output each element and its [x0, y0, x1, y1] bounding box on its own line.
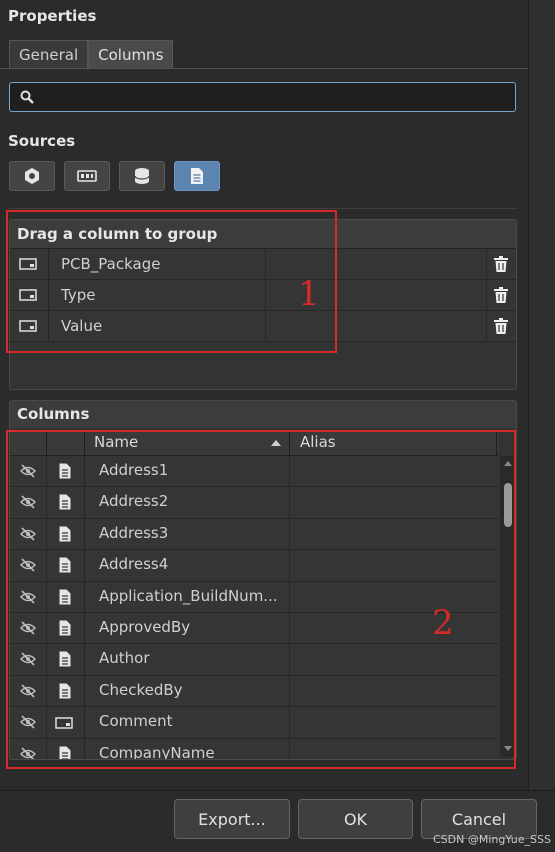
column-name: Address3 — [99, 523, 169, 542]
group-row[interactable]: Value — [10, 311, 516, 342]
delete-icon[interactable] — [494, 287, 508, 303]
sort-ascending-icon — [271, 440, 281, 446]
document-icon — [59, 589, 71, 609]
annotation-label-2: 2 — [432, 603, 454, 643]
parameter-icon — [55, 716, 73, 734]
column-name: ApprovedBy — [99, 617, 191, 636]
hidden-eye-icon[interactable] — [19, 621, 37, 639]
table-row[interactable]: Author — [10, 644, 499, 676]
hidden-eye-icon[interactable] — [19, 495, 37, 513]
column-name: Comment — [99, 712, 173, 731]
table-row[interactable]: CompanyName — [10, 738, 499, 760]
watermark: CSDN @MingYue_SSS — [432, 833, 551, 846]
document-icon — [59, 494, 71, 514]
group-by-panel: Drag a column to group PCB_Package Type … — [9, 219, 517, 390]
document-icon — [191, 168, 203, 184]
document-icon — [59, 526, 71, 546]
source-pcb-button[interactable] — [64, 161, 110, 191]
hidden-eye-icon[interactable] — [19, 715, 37, 733]
delete-icon[interactable] — [494, 318, 508, 334]
group-row-label: Type — [61, 286, 96, 304]
table-row[interactable]: Address4 — [10, 550, 499, 582]
document-icon — [59, 651, 71, 671]
columns-table-body: Address1 Address2 Address3 Address4 Applicat… — [10, 456, 499, 760]
tab-general[interactable]: General — [9, 40, 89, 69]
scroll-up-icon[interactable] — [504, 461, 512, 466]
source-document-button[interactable] — [174, 161, 220, 191]
hidden-eye-icon[interactable] — [19, 464, 37, 482]
column-name: Author — [99, 649, 150, 668]
hidden-eye-icon[interactable] — [19, 746, 37, 759]
column-name: Address4 — [99, 555, 169, 574]
vertical-scrollbar[interactable] — [500, 456, 516, 757]
table-row[interactable]: CheckedBy — [10, 675, 499, 708]
parameter-icon — [19, 258, 37, 270]
table-row[interactable]: ApprovedBy — [10, 612, 499, 645]
parameter-icon — [19, 320, 37, 332]
pcb-board-icon — [77, 170, 97, 182]
group-panel-header: Drag a column to group — [10, 220, 516, 249]
column-name: Address2 — [99, 492, 169, 511]
panel-right-border — [528, 0, 555, 790]
column-name: CheckedBy — [99, 680, 183, 699]
document-icon — [59, 463, 71, 483]
scroll-down-icon[interactable] — [504, 746, 512, 751]
document-icon — [59, 746, 71, 759]
sources-label: Sources — [8, 132, 76, 150]
tab-columns[interactable]: Columns — [88, 40, 174, 69]
hidden-eye-icon[interactable] — [19, 558, 37, 576]
document-icon — [59, 620, 71, 640]
column-name: Application_BuildNum... — [99, 586, 278, 605]
annotation-label-1: 1 — [298, 274, 320, 314]
parameter-icon — [19, 289, 37, 301]
group-row[interactable]: PCB_Package — [10, 249, 516, 280]
table-row[interactable]: Comment — [10, 707, 499, 739]
table-row[interactable]: Address3 — [10, 518, 499, 551]
panel-title: Properties — [8, 7, 97, 25]
hidden-eye-icon[interactable] — [19, 589, 37, 608]
hidden-eye-icon[interactable] — [19, 684, 37, 702]
document-icon — [59, 557, 71, 577]
column-name: CompanyName — [99, 743, 215, 760]
scrollbar-thumb[interactable] — [504, 483, 512, 527]
group-row-label: Value — [61, 317, 103, 335]
component-icon — [25, 168, 39, 184]
column-name: Address1 — [99, 461, 169, 479]
table-row[interactable]: Address1 — [10, 456, 499, 488]
columns-panel: Columns Name Alias Address1 Address2 Addre… — [9, 400, 517, 760]
search-icon — [20, 90, 34, 104]
ok-button[interactable]: OK — [298, 799, 413, 839]
tab-bar: General Columns — [9, 40, 174, 69]
alias-column-header[interactable]: Alias — [300, 433, 336, 451]
columns-table-header: Name Alias — [10, 431, 499, 456]
search-input[interactable] — [9, 82, 516, 112]
delete-icon[interactable] — [494, 256, 508, 272]
section-divider — [9, 208, 517, 209]
document-icon — [59, 683, 71, 703]
table-row[interactable]: Address2 — [10, 487, 499, 519]
export-button[interactable]: Export... — [174, 799, 290, 839]
hidden-eye-icon[interactable] — [19, 527, 37, 545]
group-row[interactable]: Type — [10, 280, 516, 311]
database-icon — [134, 168, 150, 184]
columns-panel-header: Columns — [10, 401, 516, 428]
table-row[interactable]: Application_BuildNum... — [10, 581, 499, 613]
tab-divider — [0, 68, 528, 69]
name-column-header[interactable]: Name — [94, 433, 138, 451]
hidden-eye-icon[interactable] — [19, 652, 37, 670]
group-row-label: PCB_Package — [61, 255, 161, 273]
source-database-button[interactable] — [119, 161, 165, 191]
source-components-button[interactable] — [9, 161, 55, 191]
